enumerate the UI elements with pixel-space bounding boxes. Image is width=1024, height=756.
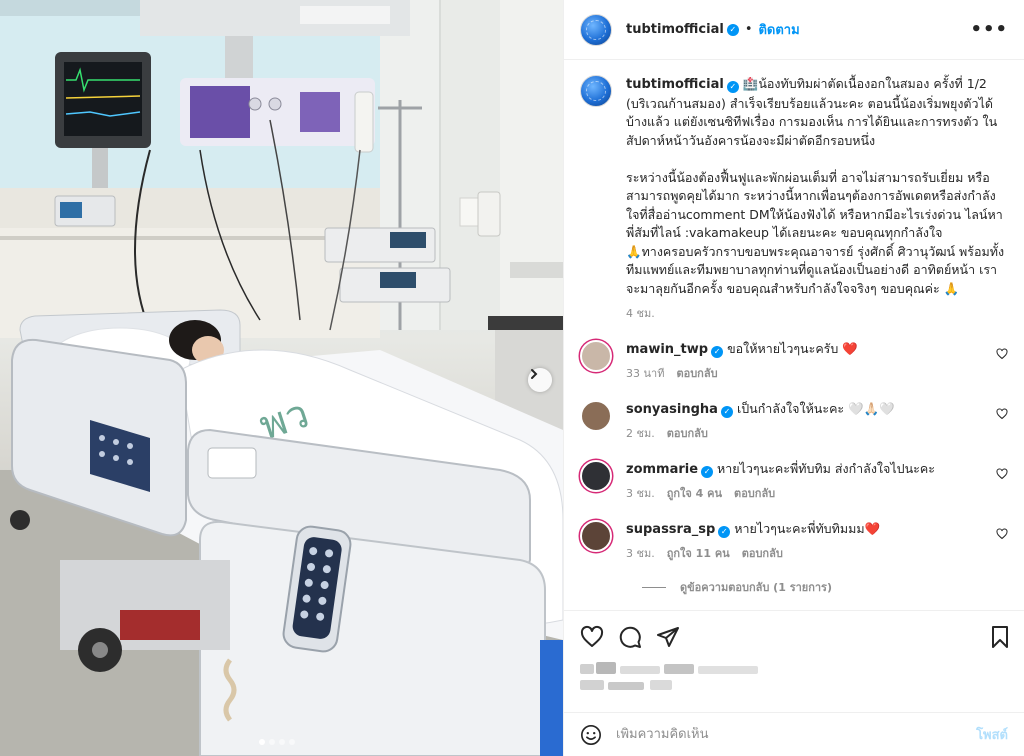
caption-username[interactable]: tubtimofficial <box>626 77 724 92</box>
hospital-room-photo: พว <box>0 0 563 756</box>
comment-meta: 3 ชม. ถูกใจ 11 คน ตอบกลับ <box>626 544 984 562</box>
blur-block <box>650 680 672 690</box>
commenter-username[interactable]: mawin_twp <box>626 342 708 357</box>
post-caption: tubtimofficial ✓ 🏥น้องทับทิมผ่าตัดเนื้องอ… <box>580 75 1008 322</box>
verified-badge-icon: ✓ <box>701 466 714 478</box>
comment-line: supassra_sp ✓ หายไวๆนะคะพี่ทับทิมมม❤️ <box>626 520 984 538</box>
blur-block <box>596 662 616 674</box>
comment-time: 3 ชม. <box>626 487 655 500</box>
blur-block <box>698 666 758 674</box>
commenter-username[interactable]: sonyasingha <box>626 402 718 417</box>
carousel-dot <box>279 739 285 745</box>
author-avatar[interactable] <box>580 13 612 46</box>
comment-time: 3 ชม. <box>626 547 655 560</box>
replies-divider <box>642 586 666 588</box>
carousel-dot <box>289 739 295 745</box>
carousel-dot <box>259 739 265 745</box>
comments-section[interactable]: tubtimofficial ✓ 🏥น้องทับทิมผ่าตัดเนื้องอ… <box>564 61 1024 609</box>
comment-text: ขอให้หายไวๆนะครับ ❤️ <box>727 341 858 356</box>
blur-block <box>620 666 660 674</box>
emoji-smiley-icon[interactable] <box>580 724 602 746</box>
verified-badge-icon: ✓ <box>718 526 731 538</box>
post-side-panel: tubtimofficial ✓ • ติดตาม ••• tubtimoffi… <box>563 0 1024 756</box>
post-photo[interactable]: พว <box>0 0 563 756</box>
commenter-avatar[interactable] <box>580 340 612 372</box>
commenter-username[interactable]: supassra_sp <box>626 522 715 537</box>
comment-time: 33 นาที <box>626 367 665 380</box>
verified-badge-icon: ✓ <box>711 346 724 358</box>
post-comment-button[interactable]: โพสต์ <box>976 724 1008 745</box>
reply-button[interactable]: ตอบกลับ <box>742 544 783 562</box>
comment-meta: 3 ชม. ถูกใจ 4 คน ตอบกลับ <box>626 484 984 502</box>
like-comment-heart-icon[interactable] <box>996 468 1008 480</box>
commenter-avatar[interactable] <box>580 520 612 552</box>
comment-likes-count[interactable]: ถูกใจ 4 คน <box>667 484 722 502</box>
comment-item: zommarie ✓ หายไวๆนะคะพี่ทับทิม ส่งกำลังใจ… <box>580 460 1008 502</box>
chevron-right-icon <box>531 369 538 379</box>
post-header: tubtimofficial ✓ • ติดตาม ••• <box>564 0 1024 60</box>
follow-button[interactable]: ติดตาม <box>758 19 799 40</box>
comment-meta: 33 นาที ตอบกลับ <box>626 364 984 382</box>
carousel-indicator <box>259 739 295 745</box>
comment-body: sonyasingha ✓ เป็นกำลังใจให้นะคะ 🤍🙏🏻🤍 2 ช… <box>626 400 1008 442</box>
comment-item: supassra_sp ✓ หายไวๆนะคะพี่ทับทิมมม❤️ 3 ช… <box>580 520 1008 562</box>
like-comment-heart-icon[interactable] <box>996 348 1008 360</box>
reply-button[interactable]: ตอบกลับ <box>734 484 775 502</box>
verified-badge-icon: ✓ <box>720 406 733 418</box>
like-comment-heart-icon[interactable] <box>996 408 1008 420</box>
share-paper-plane-icon[interactable] <box>656 625 680 649</box>
post-actions-bar <box>564 610 1024 662</box>
separator-dot: • <box>744 22 753 37</box>
comment-body: mawin_twp ✓ ขอให้หายไวๆนะครับ ❤️ 33 นาที … <box>626 340 1008 382</box>
comment-body: zommarie ✓ หายไวๆนะคะพี่ทับทิม ส่งกำลังใจ… <box>626 460 1008 502</box>
blur-block <box>580 680 604 690</box>
caption-avatar[interactable] <box>580 75 612 107</box>
more-options-icon[interactable]: ••• <box>970 19 1008 40</box>
comment-text: หายไวๆนะคะพี่ทับทิมมม❤️ <box>734 521 881 536</box>
like-comment-heart-icon[interactable] <box>996 528 1008 540</box>
comment-text: เป็นกำลังใจให้นะคะ 🤍🙏🏻🤍 <box>736 401 895 416</box>
comment-likes-count[interactable]: ถูกใจ 11 คน <box>667 544 730 562</box>
caption-body: tubtimofficial ✓ 🏥น้องทับทิมผ่าตัดเนื้องอ… <box>626 75 1008 322</box>
comment-line: sonyasingha ✓ เป็นกำลังใจให้นะคะ 🤍🙏🏻🤍 <box>626 400 984 418</box>
view-replies-label: ดูข้อความตอบกลับ (1 รายการ) <box>680 581 832 594</box>
comment-meta: 2 ชม. ตอบกลับ <box>626 424 984 442</box>
verified-badge-icon: ✓ <box>726 81 739 93</box>
add-comment-input[interactable] <box>616 727 977 742</box>
caption-content: 🏥น้องทับทิมผ่าตัดเนื้องอกในสมอง ครั้งที่… <box>626 76 1005 296</box>
verified-badge-icon: ✓ <box>726 23 739 36</box>
comment-time: 2 ชม. <box>626 427 655 440</box>
comment-item: sonyasingha ✓ เป็นกำลังใจให้นะคะ 🤍🙏🏻🤍 2 ช… <box>580 400 1008 442</box>
instagram-post: พว tubtimofficial ✓ • ติดตาม ••• tubtimo… <box>0 0 1024 756</box>
comment-item: mawin_twp ✓ ขอให้หายไวๆนะครับ ❤️ 33 นาที … <box>580 340 1008 382</box>
author-info: tubtimofficial ✓ • ติดตาม <box>626 19 800 40</box>
comment-text: หายไวๆนะคะพี่ทับทิม ส่งกำลังใจไปนะคะ <box>717 461 935 476</box>
comment-line: zommarie ✓ หายไวๆนะคะพี่ทับทิม ส่งกำลังใจ… <box>626 460 984 478</box>
blur-block <box>608 682 644 690</box>
likes-summary-blurred <box>580 660 800 696</box>
add-comment-bar: โพสต์ <box>564 712 1024 756</box>
reply-button[interactable]: ตอบกลับ <box>676 364 717 382</box>
comment-bubble-icon[interactable] <box>618 625 642 649</box>
reply-button[interactable]: ตอบกลับ <box>667 424 708 442</box>
save-bookmark-icon[interactable] <box>988 625 1012 649</box>
view-replies-button[interactable]: ดูข้อความตอบกลับ (1 รายการ) <box>642 578 1008 596</box>
caption-timestamp: 4 ชม. <box>626 307 655 320</box>
author-username[interactable]: tubtimofficial <box>626 22 724 37</box>
caption-text: tubtimofficial ✓ 🏥น้องทับทิมผ่าตัดเนื้องอ… <box>626 75 1008 298</box>
blur-block <box>664 664 694 674</box>
carousel-next-button[interactable] <box>528 368 552 392</box>
commenter-username[interactable]: zommarie <box>626 462 698 477</box>
commenter-avatar[interactable] <box>580 400 612 432</box>
carousel-dot <box>269 739 275 745</box>
comment-line: mawin_twp ✓ ขอให้หายไวๆนะครับ ❤️ <box>626 340 984 358</box>
comment-body: supassra_sp ✓ หายไวๆนะคะพี่ทับทิมมม❤️ 3 ช… <box>626 520 1008 562</box>
commenter-avatar[interactable] <box>580 460 612 492</box>
like-heart-icon[interactable] <box>580 625 604 649</box>
blur-block <box>580 664 594 674</box>
